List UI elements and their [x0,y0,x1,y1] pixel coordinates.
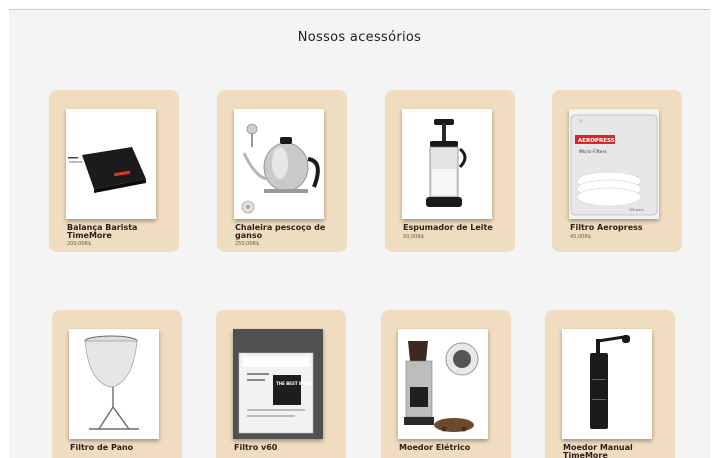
product-name: Filtro Aeropress [570,223,643,232]
milk-frother-icon [402,109,492,219]
product-card-milk-frother[interactable]: Espumador de Leite 50,00R$ [385,90,515,252]
product-name: Filtro de Pano [70,443,134,452]
accessories-page: Nossos acessórios TIMEMORE Balança Baris… [9,9,710,458]
product-card-scale[interactable]: TIMEMORE Balança Barista TimeMore 200,00… [49,90,179,252]
v60-pack-label: THE BEST BREW [276,381,313,386]
product-name: Chaleira pescoço de ganso [235,223,326,240]
kettle-icon [234,109,324,219]
product-card-kettle[interactable]: Chaleira pescoço de ganso 250,00R$ [217,90,347,252]
product-image-kettle[interactable] [234,109,324,219]
product-name: Espumador de Leite [403,223,493,232]
product-image-manual-grinder[interactable] [562,329,652,439]
product-image-electric-grinder[interactable] [398,329,488,439]
product-image-v60-filter[interactable]: THE BEST BREW [233,329,323,439]
product-card-aeropress-filter[interactable]: AEROPRESS Micro-Filters 350 pack Filtro … [552,90,682,252]
aeropress-count-label: 350 pack [629,208,644,212]
product-card-cloth-filter[interactable]: Filtro de Pano [52,310,182,458]
product-card-v60-filter[interactable]: THE BEST BREW Filtro v60 [216,310,346,458]
cloth-filter-icon [69,329,159,439]
product-image-milk-frother[interactable] [402,109,492,219]
v60-filter-icon: THE BEST BREW [233,329,323,439]
product-image-scale[interactable]: TIMEMORE [66,109,156,219]
product-image-cloth-filter[interactable] [69,329,159,439]
scale-brand-label: TIMEMORE [69,160,83,164]
product-price: 250,00R$ [235,241,260,247]
scale-icon: TIMEMORE [66,109,156,219]
aeropress-filter-icon: AEROPRESS Micro-Filters 350 pack [569,109,659,219]
electric-grinder-icon [398,329,488,439]
product-price: 50,00R$ [403,234,424,240]
manual-grinder-icon [562,329,652,439]
product-card-manual-grinder[interactable]: Moedor Manual TimeMore [545,310,675,458]
product-name: Filtro v60 [234,443,278,452]
aeropress-brand-label: AEROPRESS [578,138,615,144]
product-card-electric-grinder[interactable]: Moedor Elétrico [381,310,511,458]
product-price: 200,00R$ [67,241,92,247]
product-name: Moedor Elétrico [399,443,471,452]
product-price: 45,00R$ [570,234,591,240]
product-image-aeropress-filter[interactable]: AEROPRESS Micro-Filters 350 pack [569,109,659,219]
product-name: Balança Barista TimeMore [67,223,138,240]
section-title: Nossos acessórios [297,30,422,45]
aeropress-sub-label: Micro-Filters [579,149,607,155]
product-name: Moedor Manual TimeMore [563,443,633,458]
